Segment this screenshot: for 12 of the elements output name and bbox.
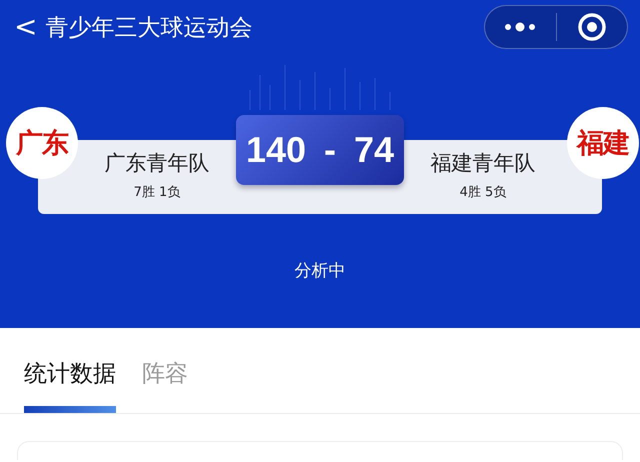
- team-record: 7胜 1负: [134, 184, 180, 201]
- score: 74: [354, 129, 394, 171]
- team-record: 4胜 5负: [460, 184, 506, 201]
- team-logo: 广东: [6, 107, 78, 179]
- team-name: 广东青年队: [104, 150, 210, 177]
- match-status: 分析中: [294, 260, 346, 282]
- score-separator: -: [324, 129, 336, 171]
- page-title: 青少年三大球运动会: [45, 14, 254, 42]
- team-logo: 福建: [567, 107, 639, 179]
- back-button[interactable]: <: [14, 13, 46, 41]
- team-name: 福建青年队: [430, 150, 536, 177]
- score: 140: [246, 129, 306, 171]
